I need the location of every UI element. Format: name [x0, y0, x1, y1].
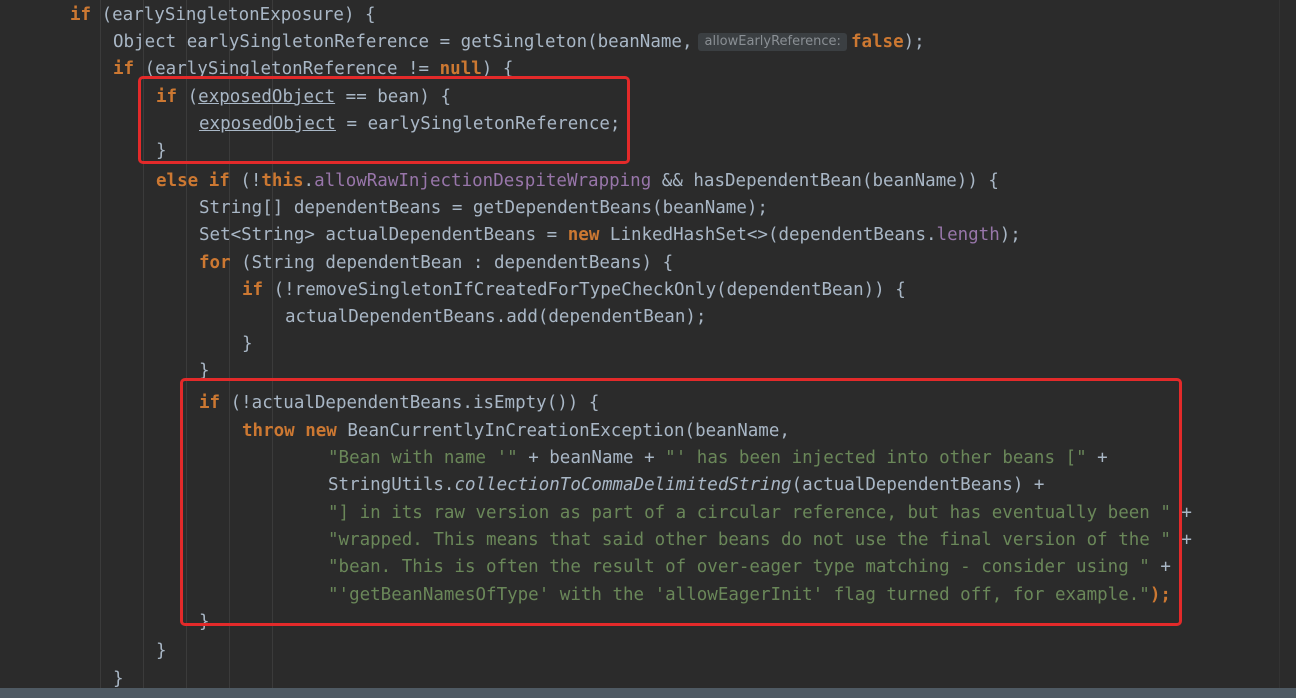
code-text: .: [303, 171, 315, 191]
highlight-box: [138, 76, 630, 164]
code-line[interactable]: Object earlySingletonReference = getSing…: [113, 29, 925, 56]
code-text: }: [113, 669, 124, 689]
code-text: Object earlySingletonReference = getSing…: [113, 32, 693, 52]
parameter-hint: allowEarlyReference:: [698, 33, 847, 51]
keyword: new: [567, 225, 600, 245]
code-text: );: [999, 225, 1021, 245]
code-line[interactable]: for (String dependentBean : dependentBea…: [199, 250, 673, 277]
code-line[interactable]: String[] dependentBeans = getDependentBe…: [199, 195, 768, 222]
code-text: (earlySingletonExposure) {: [91, 5, 376, 25]
field-reference: allowRawInjectionDespiteWrapping: [314, 171, 652, 191]
code-line[interactable]: else if (!this.allowRawInjectionDespiteW…: [156, 168, 999, 195]
code-line[interactable]: }: [242, 331, 253, 358]
keyword: this: [261, 171, 304, 191]
code-line[interactable]: }: [156, 638, 167, 665]
keyword: else: [156, 171, 199, 191]
code-text: (!removeSingletonIfCreatedForTypeCheckOn…: [263, 280, 906, 300]
keyword: if: [242, 280, 264, 300]
code-text: (!: [229, 171, 262, 191]
keyword: for: [199, 253, 231, 273]
code-text: actualDependentBeans.add(dependentBean);: [285, 307, 707, 327]
keyword: if: [208, 171, 230, 191]
code-text: LinkedHashSet<>(dependentBeans.: [599, 225, 937, 245]
keyword: if: [113, 59, 135, 79]
indent-guide: [100, 0, 101, 698]
code-line[interactable]: Set<String> actualDependentBeans = new L…: [199, 222, 1021, 249]
keyword: if: [70, 5, 92, 25]
code-text: }: [242, 334, 253, 354]
code-text: );: [903, 32, 925, 52]
editor-scrollbar[interactable]: [1279, 0, 1296, 688]
highlight-box: [180, 378, 1182, 626]
code-text: && hasDependentBean(beanName)) {: [651, 171, 999, 191]
keyword: false: [850, 32, 904, 52]
code-line[interactable]: actualDependentBeans.add(dependentBean);: [285, 304, 706, 331]
status-strip: [0, 688, 1296, 698]
code-text: }: [156, 641, 167, 661]
code-text: (String dependentBean : dependentBeans) …: [230, 253, 674, 273]
field-reference: length: [936, 225, 1000, 245]
code-line[interactable]: if (!removeSingletonIfCreatedForTypeChec…: [242, 277, 906, 304]
code-line[interactable]: if (earlySingletonExposure) {: [70, 2, 376, 29]
code-text: String[] dependentBeans = getDependentBe…: [199, 198, 768, 218]
code-text: Set<String> actualDependentBeans =: [199, 225, 568, 245]
